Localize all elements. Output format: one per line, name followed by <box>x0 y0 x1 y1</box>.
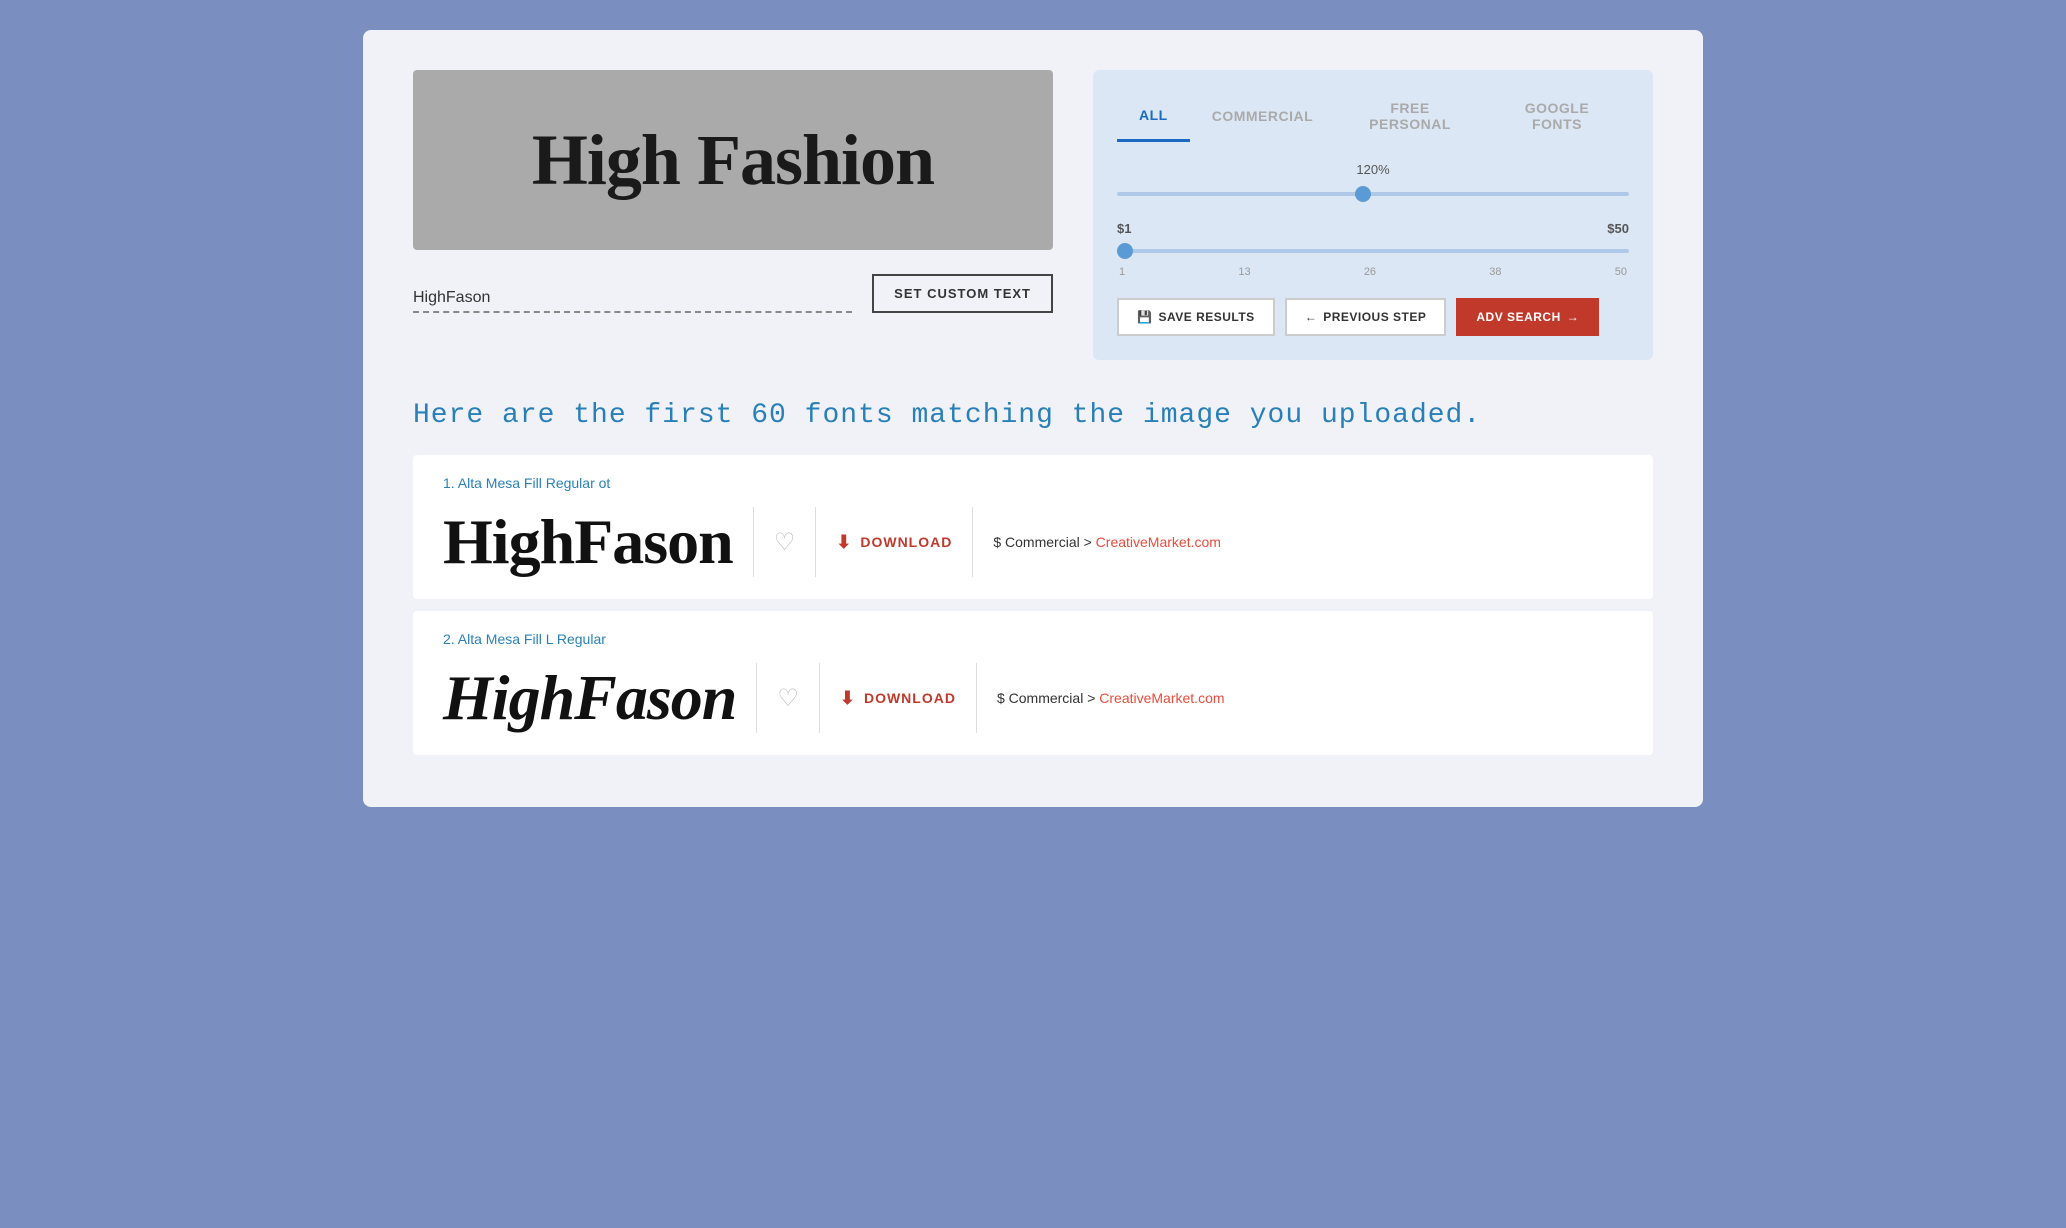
favorite-icon-2[interactable]: ♡ <box>777 684 799 713</box>
font-card-1: 1. Alta Mesa Fill Regular ot HighFason ♡… <box>413 455 1653 599</box>
adv-search-label: ADV SEARCH <box>1476 310 1560 324</box>
font-preview-box: High Fashion <box>413 70 1053 250</box>
save-results-label: SAVE RESULTS <box>1158 310 1254 324</box>
divider-2b <box>819 663 820 733</box>
arrow-right-icon: → <box>1567 310 1580 324</box>
text-input-row: SET CUSTOM TEXT <box>413 274 1053 313</box>
download-label-2: DOWNLOAD <box>864 690 956 706</box>
tick-26: 26 <box>1364 266 1376 278</box>
download-icon-2: ⬇ <box>840 688 856 709</box>
commercial-text-1: $ Commercial > <box>993 534 1091 550</box>
filter-tabs: ALL COMMERCIAL FREE PERSONAL GOOGLE FONT… <box>1117 90 1629 142</box>
font-name-1: Alta Mesa Fill Regular ot <box>458 475 611 491</box>
tick-labels: 1 13 26 38 50 <box>1117 266 1629 278</box>
divider-2a <box>756 663 757 733</box>
previous-step-button[interactable]: ← PREVIOUS STEP <box>1285 298 1447 336</box>
font-actions-1: ♡ ⬇ DOWNLOAD $ Commercial > CreativeMark… <box>774 507 1623 577</box>
font-sample-1: HighFason <box>443 505 733 579</box>
font-rank-1: 1. <box>443 475 458 491</box>
arrow-left-icon: ← <box>1305 310 1318 324</box>
download-icon-1: ⬇ <box>836 532 852 553</box>
main-card: High Fashion SET CUSTOM TEXT ALL COMMERC… <box>363 30 1703 807</box>
similarity-slider-wrapper <box>1117 183 1629 201</box>
custom-text-input[interactable] <box>413 285 852 313</box>
font-card-2: 2. Alta Mesa Fill L Regular HighFason ♡ … <box>413 611 1653 755</box>
save-results-button[interactable]: 💾 SAVE RESULTS <box>1117 298 1275 336</box>
tick-13: 13 <box>1238 266 1250 278</box>
commercial-link-2: $ Commercial > CreativeMarket.com <box>997 690 1225 706</box>
price-slider[interactable] <box>1117 249 1629 253</box>
price-slider-section: $1 $50 1 13 26 38 50 <box>1117 221 1629 278</box>
font-preview-text: High Fashion <box>532 119 934 202</box>
favorite-icon-1[interactable]: ♡ <box>774 528 796 557</box>
price-row: $1 $50 <box>1117 221 1629 236</box>
save-icon: 💾 <box>1137 310 1152 324</box>
font-name-2: Alta Mesa Fill L Regular <box>458 631 606 647</box>
download-label-1: DOWNLOAD <box>860 534 952 550</box>
download-button-2[interactable]: ⬇ DOWNLOAD <box>840 688 956 709</box>
price-max-label: $50 <box>1607 221 1629 236</box>
results-heading: Here are the first 60 fonts matching the… <box>413 400 1653 431</box>
divider-2c <box>976 663 977 733</box>
previous-step-label: PREVIOUS STEP <box>1323 310 1426 324</box>
divider-1c <box>972 507 973 577</box>
font-card-1-header: 1. Alta Mesa Fill Regular ot <box>443 475 1623 491</box>
tab-all[interactable]: ALL <box>1117 90 1190 142</box>
commercial-link-1: $ Commercial > CreativeMarket.com <box>993 534 1221 550</box>
commercial-url-1[interactable]: CreativeMarket.com <box>1096 534 1221 550</box>
similarity-slider[interactable] <box>1117 192 1629 196</box>
font-card-1-body: HighFason ♡ ⬇ DOWNLOAD $ Commercial > Cr… <box>443 505 1623 579</box>
price-min-label: $1 <box>1117 221 1131 236</box>
font-card-2-header: 2. Alta Mesa Fill L Regular <box>443 631 1623 647</box>
font-sample-2: HighFason <box>443 661 736 735</box>
divider-1b <box>815 507 816 577</box>
tick-1: 1 <box>1119 266 1125 278</box>
left-panel: High Fashion SET CUSTOM TEXT <box>413 70 1053 360</box>
similarity-label: 120% <box>1117 162 1629 177</box>
download-button-1[interactable]: ⬇ DOWNLOAD <box>836 532 952 553</box>
tab-commercial[interactable]: COMMERCIAL <box>1190 90 1335 142</box>
tab-google-fonts[interactable]: GOOGLE FONTS <box>1485 90 1629 142</box>
adv-search-button[interactable]: ADV SEARCH → <box>1456 298 1599 336</box>
price-slider-wrapper <box>1117 240 1629 258</box>
tick-38: 38 <box>1489 266 1501 278</box>
tick-50: 50 <box>1615 266 1627 278</box>
commercial-text-2: $ Commercial > <box>997 690 1095 706</box>
font-rank-2: 2. <box>443 631 458 647</box>
font-card-2-body: HighFason ♡ ⬇ DOWNLOAD $ Commercial > Cr… <box>443 661 1623 735</box>
commercial-url-2[interactable]: CreativeMarket.com <box>1099 690 1224 706</box>
set-custom-text-button[interactable]: SET CUSTOM TEXT <box>872 274 1053 313</box>
divider-1a <box>753 507 754 577</box>
right-panel: ALL COMMERCIAL FREE PERSONAL GOOGLE FONT… <box>1093 70 1653 360</box>
similarity-slider-section: 120% <box>1117 162 1629 201</box>
font-results-list: 1. Alta Mesa Fill Regular ot HighFason ♡… <box>413 455 1653 755</box>
top-section: High Fashion SET CUSTOM TEXT ALL COMMERC… <box>413 70 1653 360</box>
tab-free-personal[interactable]: FREE PERSONAL <box>1335 90 1485 142</box>
action-buttons: 💾 SAVE RESULTS ← PREVIOUS STEP ADV SEARC… <box>1117 298 1629 336</box>
font-actions-2: ♡ ⬇ DOWNLOAD $ Commercial > CreativeMark… <box>777 663 1623 733</box>
